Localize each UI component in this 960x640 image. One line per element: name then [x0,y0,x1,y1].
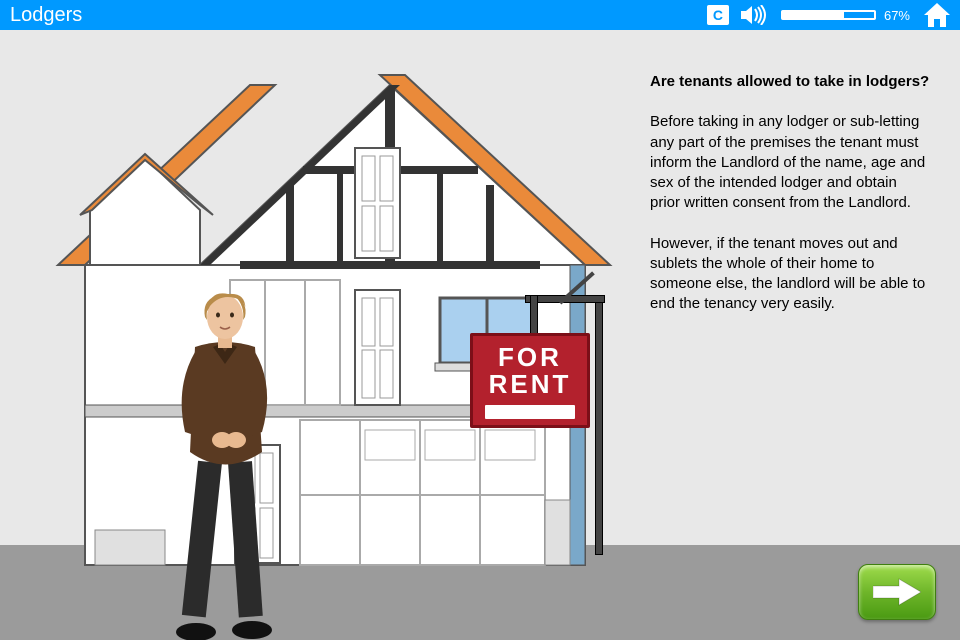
sign-line-2: RENT [489,371,572,398]
sign-bar [485,405,575,419]
sign-board: FOR RENT [470,333,590,428]
captions-button[interactable]: C [707,5,729,25]
volume-slider[interactable] [781,10,876,20]
sign-hanger [530,295,538,335]
presenter-figure [150,292,300,640]
home-icon [924,3,950,27]
page-title: Lodgers [10,4,82,27]
lesson-paragraph-1: Before taking in any lodger or sub-letti… [650,112,930,213]
arrow-right-icon [873,577,921,607]
volume-percent-label: 67% [884,8,910,23]
captions-label: C [713,7,723,23]
topbar: Lodgers C 67% [0,0,960,30]
sign-line-1: FOR [498,344,562,371]
lesson-question: Are tenants allowed to take in lodgers? [650,72,930,92]
stage: FOR RENT [0,30,640,575]
sign-post [595,295,603,555]
lesson-paragraph-2: However, if the tenant moves out and sub… [650,234,930,315]
home-button[interactable] [924,3,950,27]
volume-fill [783,12,844,18]
speaker-icon[interactable] [741,5,769,25]
lesson-text: Are tenants allowed to take in lodgers? … [650,72,930,335]
next-button[interactable] [858,564,936,620]
